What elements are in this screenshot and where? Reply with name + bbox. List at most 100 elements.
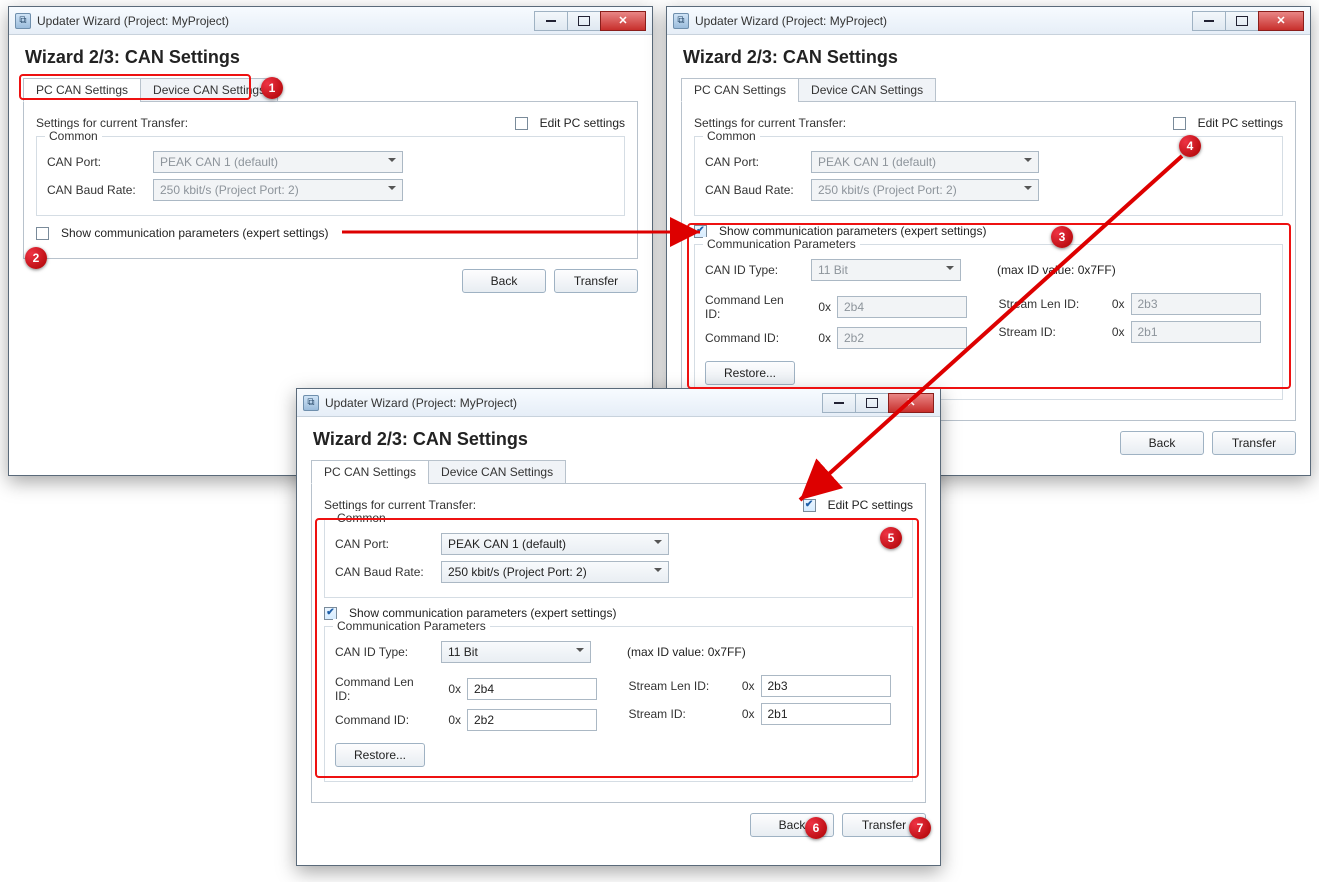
str-label: Stream ID: — [999, 325, 1095, 339]
tab-bar: PC CAN Settings Device CAN Settings — [681, 78, 1296, 102]
group-common-legend: Common — [703, 129, 760, 143]
group-common-legend: Common — [333, 511, 390, 525]
strlen-label: Stream Len ID: — [629, 679, 725, 693]
close-button[interactable] — [888, 393, 934, 413]
edit-pc-checkbox[interactable] — [803, 499, 816, 512]
minimize-button[interactable] — [822, 393, 856, 413]
idtype-label: CAN ID Type: — [335, 645, 435, 659]
edit-pc-checkbox[interactable] — [515, 117, 528, 130]
titlebar[interactable]: ⧉ Updater Wizard (Project: MyProject) — [667, 7, 1310, 35]
edit-pc-label: Edit PC settings — [828, 498, 913, 512]
group-comm-params: Communication Parameters CAN ID Type: 11… — [324, 626, 913, 782]
cmd-input: 2b2 — [837, 327, 967, 349]
app-icon: ⧉ — [673, 13, 689, 29]
can-baud-combo: 250 kbit/s (Project Port: 2) — [153, 179, 403, 201]
settings-label: Settings for current Transfer: — [694, 116, 846, 130]
group-common: Common CAN Port: PEAK CAN 1 (default) CA… — [36, 136, 625, 216]
baud-label: CAN Baud Rate: — [47, 183, 147, 197]
strlen-label: Stream Len ID: — [999, 297, 1095, 311]
back-button[interactable]: Back — [750, 813, 834, 837]
page-title: Wizard 2/3: CAN Settings — [683, 47, 1296, 68]
show-params-label: Show communication parameters (expert se… — [719, 224, 986, 238]
restore-button[interactable]: Restore... — [335, 743, 425, 767]
idtype-combo: 11 Bit — [811, 259, 961, 281]
page-title: Wizard 2/3: CAN Settings — [25, 47, 638, 68]
window-3: ⧉ Updater Wizard (Project: MyProject) Wi… — [296, 388, 941, 866]
hex-prefix: 0x — [1101, 297, 1125, 311]
page-title: Wizard 2/3: CAN Settings — [313, 429, 926, 450]
cmdlen-label: Command Len ID: — [705, 293, 801, 321]
tab-device-can[interactable]: Device CAN Settings — [428, 460, 566, 484]
titlebar[interactable]: ⧉ Updater Wizard (Project: MyProject) — [297, 389, 940, 417]
str-label: Stream ID: — [629, 707, 725, 721]
cmd-label: Command ID: — [705, 331, 801, 345]
transfer-button[interactable]: Transfer — [842, 813, 926, 837]
show-params-checkbox[interactable] — [36, 227, 49, 240]
can-port-combo[interactable]: PEAK CAN 1 (default) — [441, 533, 669, 555]
maximize-button[interactable] — [567, 11, 601, 31]
maximize-button[interactable] — [1225, 11, 1259, 31]
titlebar[interactable]: ⧉ Updater Wizard (Project: MyProject) — [9, 7, 652, 35]
hex-prefix: 0x — [807, 331, 831, 345]
cmdlen-input: 2b4 — [837, 296, 967, 318]
tab-pc-can[interactable]: PC CAN Settings — [311, 460, 429, 484]
show-params-label: Show communication parameters (expert se… — [61, 226, 328, 240]
back-button[interactable]: Back — [1120, 431, 1204, 455]
idtype-combo[interactable]: 11 Bit — [441, 641, 591, 663]
str-input[interactable]: 2b1 — [761, 703, 891, 725]
show-params-checkbox[interactable] — [324, 607, 337, 620]
can-port-combo: PEAK CAN 1 (default) — [811, 151, 1039, 173]
tab-bar: PC CAN Settings Device CAN Settings — [23, 78, 638, 102]
cmdlen-input[interactable]: 2b4 — [467, 678, 597, 700]
show-params-checkbox[interactable] — [694, 225, 707, 238]
settings-label: Settings for current Transfer: — [36, 116, 188, 130]
back-button[interactable]: Back — [462, 269, 546, 293]
tab-pc-can[interactable]: PC CAN Settings — [681, 78, 799, 102]
close-button[interactable] — [1258, 11, 1304, 31]
can-baud-combo[interactable]: 250 kbit/s (Project Port: 2) — [441, 561, 669, 583]
hex-prefix: 0x — [1101, 325, 1125, 339]
hex-prefix: 0x — [731, 707, 755, 721]
group-common-legend: Common — [45, 129, 102, 143]
group-common: Common CAN Port: PEAK CAN 1 (default) CA… — [694, 136, 1283, 216]
cmd-label: Command ID: — [335, 713, 431, 727]
baud-label: CAN Baud Rate: — [335, 565, 435, 579]
restore-button[interactable]: Restore... — [705, 361, 795, 385]
str-input: 2b1 — [1131, 321, 1261, 343]
edit-pc-label: Edit PC settings — [1198, 116, 1283, 130]
hex-prefix: 0x — [731, 679, 755, 693]
tab-device-can[interactable]: Device CAN Settings — [140, 78, 278, 102]
window-title: Updater Wizard (Project: MyProject) — [695, 14, 1193, 28]
minimize-button[interactable] — [1192, 11, 1226, 31]
port-label: CAN Port: — [705, 155, 805, 169]
tab-pc-can[interactable]: PC CAN Settings — [23, 78, 141, 102]
max-id-label: (max ID value: 0x7FF) — [997, 263, 1116, 277]
tab-bar: PC CAN Settings Device CAN Settings — [311, 460, 926, 484]
tab-device-can[interactable]: Device CAN Settings — [798, 78, 936, 102]
window-title: Updater Wizard (Project: MyProject) — [325, 396, 823, 410]
max-id-label: (max ID value: 0x7FF) — [627, 645, 746, 659]
strlen-input[interactable]: 2b3 — [761, 675, 891, 697]
group-comm-params: Communication Parameters CAN ID Type: 11… — [694, 244, 1283, 400]
edit-pc-checkbox[interactable] — [1173, 117, 1186, 130]
minimize-button[interactable] — [534, 11, 568, 31]
baud-label: CAN Baud Rate: — [705, 183, 805, 197]
hex-prefix: 0x — [807, 300, 831, 314]
cmdlen-label: Command Len ID: — [335, 675, 431, 703]
hex-prefix: 0x — [437, 682, 461, 696]
hex-prefix: 0x — [437, 713, 461, 727]
group-common: Common CAN Port: PEAK CAN 1 (default) CA… — [324, 518, 913, 598]
cmd-input[interactable]: 2b2 — [467, 709, 597, 731]
app-icon: ⧉ — [15, 13, 31, 29]
group-comm-legend: Communication Parameters — [703, 237, 860, 251]
close-button[interactable] — [600, 11, 646, 31]
transfer-button[interactable]: Transfer — [554, 269, 638, 293]
port-label: CAN Port: — [335, 537, 435, 551]
maximize-button[interactable] — [855, 393, 889, 413]
can-baud-combo: 250 kbit/s (Project Port: 2) — [811, 179, 1039, 201]
transfer-button[interactable]: Transfer — [1212, 431, 1296, 455]
can-port-combo: PEAK CAN 1 (default) — [153, 151, 403, 173]
port-label: CAN Port: — [47, 155, 147, 169]
settings-label: Settings for current Transfer: — [324, 498, 476, 512]
edit-pc-label: Edit PC settings — [540, 116, 625, 130]
